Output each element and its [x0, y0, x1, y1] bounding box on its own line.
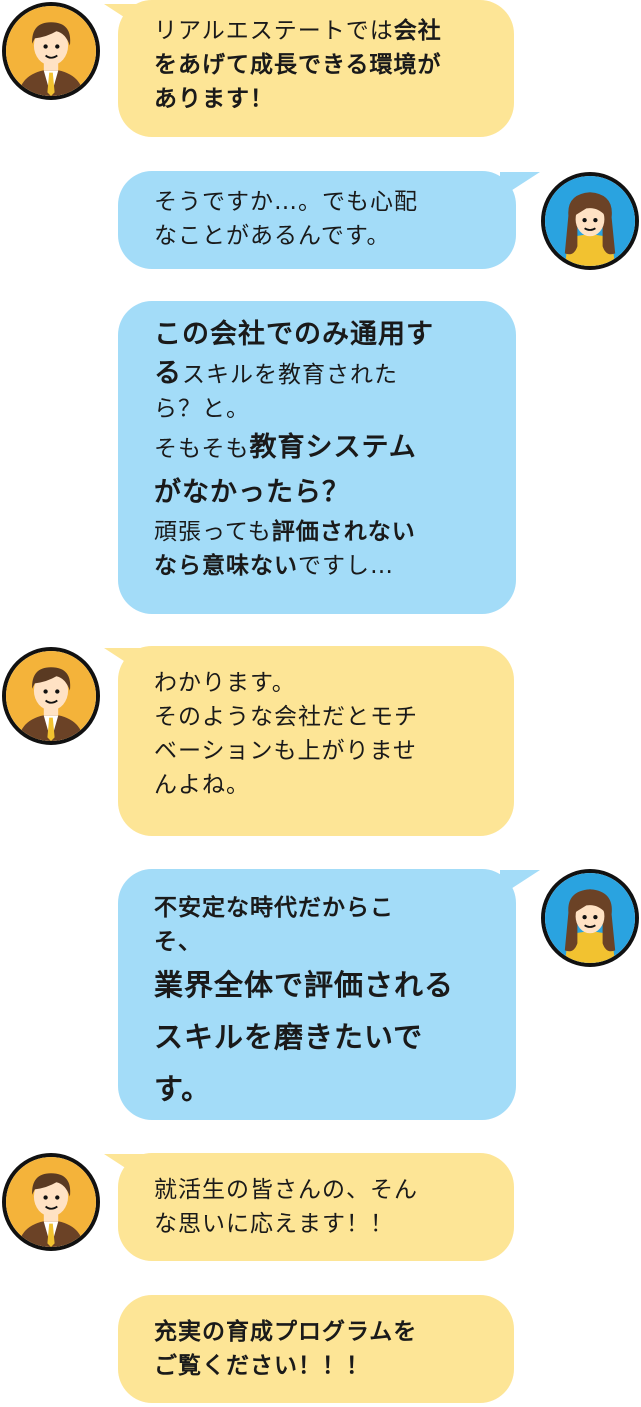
chat-bubble-student-1: そうですか…。でも心配 なことがあるんです。	[118, 171, 516, 269]
bubble-text-line: そうですか…。でも心配	[154, 189, 418, 215]
bubble-text-line: そ、	[154, 929, 202, 955]
bubble-text-line: スキルを磨きたいで	[154, 1020, 424, 1054]
bubble-text-line: がなかったら？	[154, 477, 350, 508]
bubble-text-line: な思いに応えます！！	[154, 1211, 394, 1237]
bubble-text-line: この会社でのみ通用す	[154, 319, 434, 350]
chat-bubble-company-2: わかります。 そのような会社だとモチ ベーションも上がりませ んよね。	[118, 646, 514, 836]
bubble-text-line: ベーションも上がりませ	[154, 738, 417, 764]
bubble-text-line: あります！	[154, 86, 274, 112]
bubble-text-line: す。	[154, 1072, 212, 1106]
businessman-avatar-icon	[2, 1153, 100, 1251]
student-woman-avatar-icon	[541, 869, 639, 967]
bubble-text-line: んよね。	[154, 772, 250, 798]
bubble-text-line: ご覧ください！！！	[154, 1353, 370, 1379]
bubble-text-line: そのような会社だとモチ	[154, 704, 418, 730]
bubble-text-line: わかります。	[154, 670, 296, 696]
student-woman-avatar-icon	[541, 172, 639, 270]
chat-bubble-company-4: 充実の育成プログラムを ご覧ください！！！	[118, 1295, 514, 1403]
bubble-text-line: 頑張っても評価されない	[154, 519, 416, 545]
chat-bubble-company-3: 就活生の皆さんの、そん な思いに応えます！！	[118, 1153, 514, 1261]
bubble-text-line: をあげて成長できる環境が	[154, 52, 442, 78]
bubble-text-line: 不安定な時代だからこ	[154, 895, 394, 921]
bubble-text-line: 業界全体で評価される	[154, 968, 455, 1002]
bubble-text-line: るスキルを教育された	[154, 358, 398, 389]
chat-bubble-student-2: この会社でのみ通用す るスキルを教育された ら？と。 そもそも教育システム がな…	[118, 301, 516, 614]
bubble-text-line: 充実の育成プログラムを	[154, 1319, 418, 1345]
chat-bubble-student-3: 不安定な時代だからこ そ、 業界全体で評価される スキルを磨きたいで す。	[118, 869, 516, 1120]
bubble-text-line: リアルエステートでは会社	[154, 18, 442, 44]
chat-bubble-company-1: リアルエステートでは会社 をあげて成長できる環境が あります！	[118, 0, 514, 137]
bubble-tail	[500, 172, 540, 198]
bubble-text-line: なら意味ないですし…	[154, 553, 394, 579]
bubble-text-line: ら？と。	[154, 396, 250, 422]
bubble-text-line: なことがあるんです。	[154, 223, 391, 249]
bubble-text-line: そもそも教育システム	[154, 432, 417, 463]
bubble-text-line: 就活生の皆さんの、そん	[154, 1177, 418, 1203]
businessman-avatar-icon	[2, 647, 100, 745]
bubble-tail	[500, 870, 540, 896]
businessman-avatar-icon	[2, 2, 100, 100]
